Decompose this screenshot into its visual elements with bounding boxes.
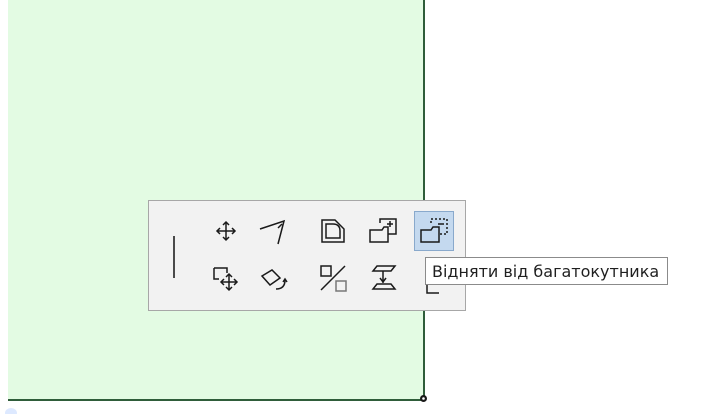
drag-offset-button[interactable] <box>206 258 246 298</box>
palette-grip[interactable] <box>173 236 175 278</box>
move-tool-button[interactable] <box>206 211 246 251</box>
mirror-button[interactable] <box>313 258 353 298</box>
add-to-polygon-button[interactable] <box>363 211 403 251</box>
move-icon <box>215 220 237 242</box>
pet-palette <box>148 200 466 311</box>
angle-tool-button[interactable] <box>253 211 293 251</box>
elevate-icon <box>371 265 397 290</box>
layer-indicator-icon <box>5 408 17 414</box>
rounded-shape-icon <box>321 219 345 243</box>
subtract-from-polygon-icon <box>420 218 448 243</box>
angle-icon <box>259 219 286 245</box>
drawing-canvas[interactable]: Відняти від багатокутника <box>0 0 717 414</box>
rotate-polygon-button[interactable] <box>253 258 293 298</box>
rounded-shape-tool-button[interactable] <box>313 211 353 251</box>
subtract-from-polygon-button[interactable] <box>414 211 454 251</box>
mirror-icon <box>320 265 347 292</box>
rotate-polygon-icon <box>260 269 288 290</box>
drag-offset-icon <box>213 267 239 292</box>
elevate-button[interactable] <box>363 258 403 298</box>
polygon-node-icon[interactable] <box>419 394 428 403</box>
tooltip: Відняти від багатокутника <box>425 257 669 285</box>
add-to-polygon-icon <box>369 218 397 243</box>
